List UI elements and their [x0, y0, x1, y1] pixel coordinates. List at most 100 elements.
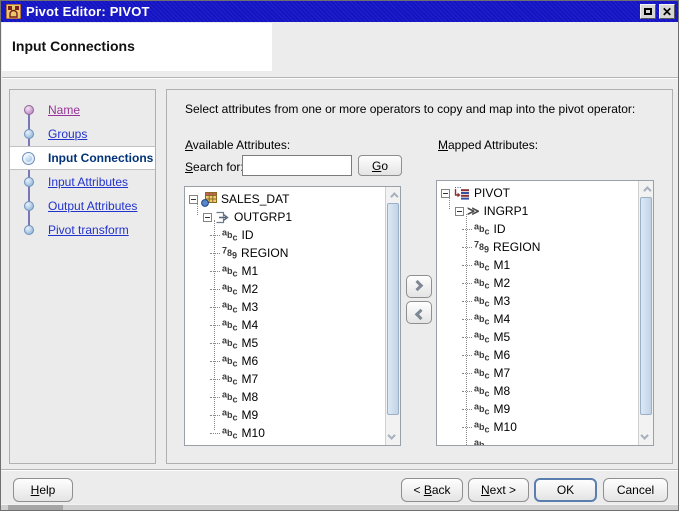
sidebar-item-input-connections[interactable]: Input Connections [10, 146, 155, 170]
tree-node-m3[interactable]: abcM3 [441, 292, 638, 310]
move-right-button[interactable] [406, 275, 432, 298]
tree-node-m4[interactable]: abcM4 [189, 316, 385, 334]
sidebar-item-input-attributes[interactable]: Input Attributes [10, 170, 155, 194]
close-button[interactable]: ✕ [659, 4, 675, 19]
next-button[interactable]: Next > [468, 478, 529, 502]
text-type-icon: abc [474, 441, 490, 446]
number-type-icon: 789 [474, 243, 489, 252]
tree-branch-line [462, 319, 472, 320]
tree-node-m8[interactable]: abcM8 [189, 388, 385, 406]
tree-node-m8[interactable]: abcM8 [441, 382, 638, 400]
mapped-attributes-tree: PIVOT≫INGRP1abcID789REGIONabcM1abcM2abcM… [437, 181, 638, 445]
input-group-icon: ≫ [467, 205, 480, 217]
tree-node-m10[interactable]: abcM10 [441, 418, 638, 436]
collapse-toggle-icon[interactable] [441, 189, 450, 198]
tree-branch-line [462, 409, 472, 410]
scroll-up-icon[interactable] [386, 188, 400, 202]
tree-node-m1[interactable]: abcM1 [441, 256, 638, 274]
step-label: Name [48, 103, 80, 117]
tree-node-region[interactable]: 789REGION [441, 238, 638, 256]
tree-node-m9[interactable]: abcM9 [441, 400, 638, 418]
tree-branch-line [210, 235, 220, 236]
scroll-down-icon[interactable] [386, 430, 400, 444]
tree-node-m7[interactable]: abcM7 [189, 370, 385, 388]
wizard-steps-panel: Name Groups Input ConnectionsInput Attribu… [9, 89, 156, 464]
step-bullet-icon [24, 225, 34, 235]
tree-branch-line [210, 433, 220, 434]
tree-branch-line [210, 289, 220, 290]
maximize-button[interactable] [640, 4, 656, 19]
text-type-icon: abc [474, 369, 490, 378]
tree-node-m3[interactable]: abcM3 [189, 298, 385, 316]
text-type-icon: abc [474, 279, 490, 288]
tree-node-sales_dat[interactable]: SALES_DAT [189, 190, 385, 208]
text-type-icon: abc [222, 375, 238, 384]
tree-node-m2[interactable]: abcM2 [189, 280, 385, 298]
tree-node-m10[interactable]: abcM10 [189, 424, 385, 442]
tree-branch-line [210, 253, 220, 254]
text-type-icon: abc [474, 261, 490, 270]
tree-node-pivot[interactable]: PIVOT [441, 184, 638, 202]
sidebar-item-pivot-transform[interactable]: Pivot transform [10, 218, 155, 242]
tree-branch-line [210, 343, 220, 344]
tree-node-ingrp1[interactable]: ≫INGRP1 [441, 202, 638, 220]
scroll-thumb[interactable] [640, 197, 652, 415]
text-type-icon: abc [222, 411, 238, 420]
tree-node-m1[interactable]: abcM1 [189, 262, 385, 280]
tree-node-region[interactable]: 789REGION [189, 244, 385, 262]
tree-node-id[interactable]: abcID [189, 226, 385, 244]
collapse-toggle-icon[interactable] [203, 213, 212, 222]
step-bullet-icon [24, 201, 34, 211]
text-type-icon: abc [474, 387, 490, 396]
footer-divider [1, 469, 678, 471]
tree-node-m5[interactable]: abcM5 [441, 328, 638, 346]
back-button[interactable]: < Back [401, 478, 463, 502]
ok-button[interactable]: OK [534, 478, 597, 502]
tree-node-outgrp1[interactable]: OUTGRP1 [189, 208, 385, 226]
tree-branch-line [462, 355, 472, 356]
tree-node-m7[interactable]: abcM7 [441, 364, 638, 382]
tree-branch-line [462, 445, 472, 446]
sidebar-item-name[interactable]: Name [10, 98, 155, 122]
tree-node-m6[interactable]: abcM6 [441, 346, 638, 364]
move-left-button[interactable] [406, 301, 432, 324]
search-input[interactable] [242, 155, 352, 176]
collapse-toggle-icon[interactable] [455, 207, 464, 216]
help-button[interactable]: Help [13, 478, 73, 502]
go-button[interactable]: Go [358, 155, 402, 176]
available-attributes-label: Available Attributes: [185, 138, 290, 152]
step-label: Groups [48, 127, 87, 141]
tree-node-m5[interactable]: abcM5 [189, 334, 385, 352]
tree-guide-line [449, 196, 450, 209]
collapse-toggle-icon[interactable] [189, 195, 198, 204]
tree-node-m9[interactable]: abcM9 [189, 406, 385, 424]
tree-node-m4[interactable]: abcM4 [441, 310, 638, 328]
tree-node-partial[interactable]: abc [441, 436, 638, 445]
text-type-icon: abc [222, 429, 238, 438]
sidebar-item-output-attributes[interactable]: Output Attributes [10, 194, 155, 218]
tree-node-m6[interactable]: abcM6 [189, 352, 385, 370]
tree-node-id[interactable]: abcID [441, 220, 638, 238]
text-type-icon: abc [474, 225, 490, 234]
cancel-button[interactable]: Cancel [603, 478, 668, 502]
available-tree-scrollbar[interactable] [385, 187, 400, 445]
tree-branch-line [462, 265, 472, 266]
title-bar[interactable]: Pivot Editor: PIVOT ✕ [1, 1, 678, 22]
mapped-tree-scrollbar[interactable] [638, 181, 653, 445]
scroll-thumb[interactable] [387, 203, 399, 415]
step-bullet-icon [22, 152, 35, 165]
text-type-icon: abc [222, 231, 238, 240]
step-bullet-icon [24, 177, 34, 187]
tree-branch-line [462, 373, 472, 374]
text-type-icon: abc [222, 321, 238, 330]
scroll-down-icon[interactable] [639, 430, 653, 444]
mapped-attributes-tree-panel: PIVOT≫INGRP1abcID789REGIONabcM1abcM2abcM… [436, 180, 654, 446]
step-bullet-icon [24, 105, 34, 115]
header-divider [2, 77, 679, 79]
tree-branch-line [462, 247, 472, 248]
sidebar-item-groups[interactable]: Groups [10, 122, 155, 146]
step-bullet-icon [24, 129, 34, 139]
tree-node-m2[interactable]: abcM2 [441, 274, 638, 292]
scroll-up-icon[interactable] [639, 182, 653, 196]
text-type-icon: abc [474, 423, 490, 432]
